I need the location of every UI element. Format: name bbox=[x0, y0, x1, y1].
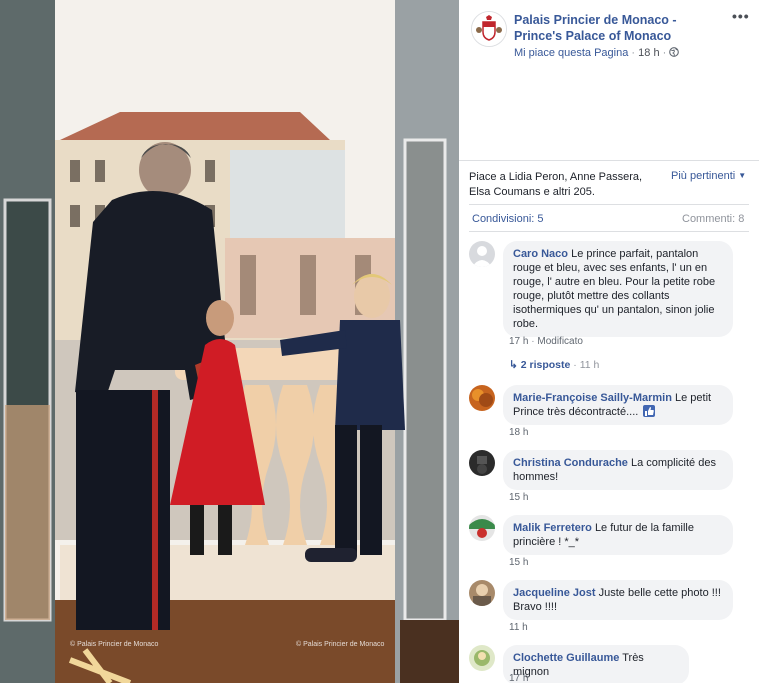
thumbs-up-emoji-icon bbox=[643, 405, 656, 417]
globe-icon bbox=[669, 47, 680, 57]
comment-time[interactable]: 17 h bbox=[509, 336, 528, 347]
comment-sort-dropdown[interactable]: Più pertinenti ▼ bbox=[671, 170, 746, 182]
comment-meta: 15 h bbox=[509, 557, 528, 568]
comment-time[interactable]: 17 h bbox=[509, 673, 528, 683]
comment-meta: 15 h bbox=[509, 492, 528, 503]
sort-label: Più pertinenti bbox=[671, 170, 736, 182]
page-meta: Mi piace questa Pagina · 18 h · bbox=[514, 47, 680, 59]
avatar-photo-icon bbox=[474, 650, 490, 666]
page-avatar[interactable] bbox=[471, 11, 507, 47]
view-replies-link[interactable]: ↳ 2 risposte · 11 h bbox=[509, 359, 599, 371]
comment-author[interactable]: Clochette Guillaume bbox=[513, 652, 619, 664]
comment-meta: 17 h · Modificato bbox=[509, 336, 583, 347]
avatar-photo-icon bbox=[469, 519, 495, 538]
avatar-photo-icon bbox=[477, 456, 487, 474]
shares-count[interactable]: Condivisioni: 5 bbox=[472, 213, 544, 225]
comment-bubble: Jacqueline Jost Juste belle cette photo … bbox=[503, 580, 733, 620]
avatar[interactable] bbox=[469, 385, 495, 411]
comment-bubble: Marie-Françoise Sailly-Marmin Le petit P… bbox=[503, 385, 733, 425]
watermark-left: © Palais Princier de Monaco bbox=[70, 641, 159, 648]
comment-bubble: Christina Condurache La complicité des h… bbox=[503, 450, 733, 490]
comment-time[interactable]: 15 h bbox=[509, 492, 528, 503]
photo-illustration bbox=[0, 0, 459, 683]
comment-time[interactable]: 15 h bbox=[509, 557, 528, 568]
comment-author[interactable]: Jacqueline Jost bbox=[513, 587, 596, 599]
like-page-link[interactable]: Mi piace questa Pagina bbox=[514, 47, 628, 59]
default-avatar-icon bbox=[472, 246, 492, 267]
chevron-down-icon: ▼ bbox=[738, 171, 747, 180]
avatar[interactable] bbox=[469, 450, 495, 476]
comments-count[interactable]: Commenti: 8 bbox=[682, 213, 744, 225]
comment-bubble: Clochette Guillaume Très mignon bbox=[503, 645, 689, 683]
comment-meta: 17 h bbox=[509, 673, 528, 683]
replies-time: 11 h bbox=[579, 359, 600, 371]
avatar-photo-icon bbox=[472, 389, 493, 407]
comment-edited: Modificato bbox=[537, 336, 583, 347]
replies-count: 2 risposte bbox=[520, 359, 571, 371]
divider bbox=[469, 231, 749, 232]
more-options-button[interactable]: ••• bbox=[732, 8, 750, 24]
post-header: Palais Princier de Monaco - Prince's Pal… bbox=[459, 0, 759, 161]
post-photo[interactable]: © Palais Princier de Monaco © Palais Pri… bbox=[0, 0, 459, 683]
avatar[interactable] bbox=[469, 645, 495, 671]
post-timestamp[interactable]: 18 h bbox=[638, 47, 659, 59]
comment-author[interactable]: Malik Ferretero bbox=[513, 522, 592, 534]
comment-time[interactable]: 11 h bbox=[509, 622, 528, 633]
avatar[interactable] bbox=[469, 241, 495, 267]
avatar-photo-icon bbox=[473, 584, 491, 606]
comment-author[interactable]: Caro Naco bbox=[513, 248, 568, 260]
reactions-likes[interactable]: Piace a Lidia Peron, Anne Passera, Elsa … bbox=[469, 170, 659, 200]
comment-meta: 11 h bbox=[509, 622, 528, 633]
divider bbox=[469, 204, 749, 205]
avatar[interactable] bbox=[469, 580, 495, 606]
comment-meta: 18 h bbox=[509, 427, 528, 438]
comment-author[interactable]: Marie-Françoise Sailly-Marmin bbox=[513, 392, 672, 404]
comment-text: Le prince parfait, pantalon rouge et ble… bbox=[513, 248, 716, 330]
post-side-panel: Palais Princier de Monaco - Prince's Pal… bbox=[459, 0, 759, 683]
monaco-crest-icon bbox=[472, 12, 506, 46]
reply-arrow-icon: ↳ bbox=[509, 359, 518, 371]
comment-time[interactable]: 18 h bbox=[509, 427, 528, 438]
comment-bubble: Caro Naco Le prince parfait, pantalon ro… bbox=[503, 241, 733, 337]
page-name-link[interactable]: Palais Princier de Monaco - Prince's Pal… bbox=[514, 12, 724, 44]
avatar[interactable] bbox=[469, 515, 495, 541]
comment-author[interactable]: Christina Condurache bbox=[513, 457, 628, 469]
comment-bubble: Malik Ferretero Le futur de la famille p… bbox=[503, 515, 733, 555]
watermark-right: © Palais Princier de Monaco bbox=[296, 641, 385, 648]
